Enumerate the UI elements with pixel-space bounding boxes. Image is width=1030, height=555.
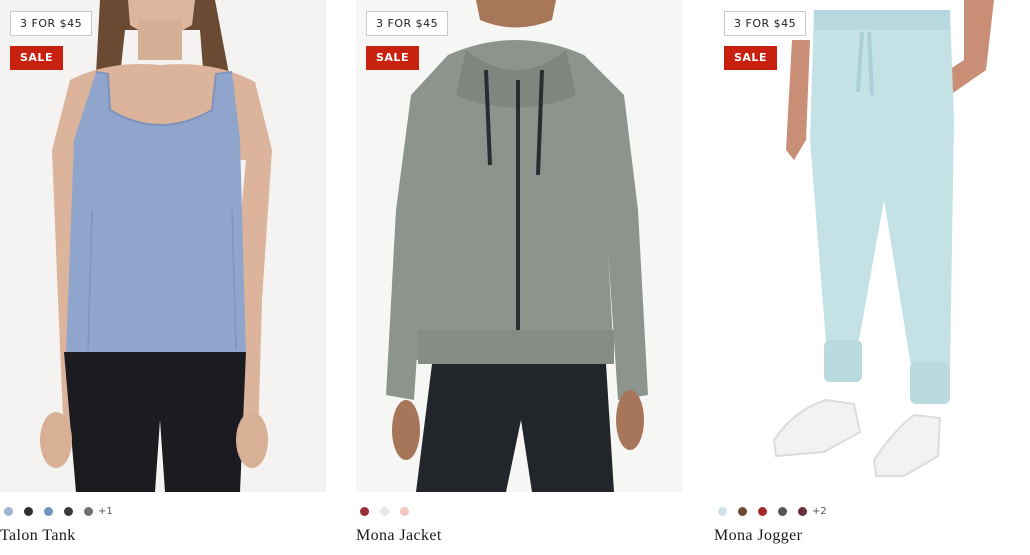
jogger-photo [772,0,994,477]
product-card-mona-jogger[interactable]: 3 FOR $45 SALE +2 Mona Jogger [714,0,1030,555]
color-swatch[interactable] [24,506,33,516]
color-swatch[interactable] [4,506,13,516]
color-swatch[interactable] [400,506,409,516]
jacket-photo [386,0,648,492]
sale-badge: SALE [724,46,777,70]
color-swatch[interactable] [758,506,767,516]
color-swatch[interactable] [380,506,389,516]
product-card-mona-jacket[interactable]: 3 FOR $45 SALE Mona Jacket [356,0,686,555]
more-colors-count[interactable]: +2 [812,506,827,517]
tank-top-photo [40,0,272,492]
color-swatches: +1 [0,504,113,518]
product-image[interactable]: 3 FOR $45 SALE [0,0,326,492]
color-swatches: +2 [714,504,827,518]
product-name[interactable]: Talon Tank [0,527,76,545]
product-image[interactable]: 3 FOR $45 SALE [714,0,1030,492]
sale-badge: SALE [366,46,419,70]
color-swatch[interactable] [84,506,93,516]
color-swatches [356,504,416,518]
color-swatch[interactable] [360,506,369,516]
color-swatch[interactable] [798,506,807,516]
promo-badge: 3 FOR $45 [10,11,93,36]
product-name[interactable]: Mona Jogger [714,527,802,545]
color-swatch[interactable] [718,506,727,516]
more-colors-count[interactable]: +1 [98,506,113,517]
color-swatch[interactable] [778,506,787,516]
sale-badge: SALE [10,46,63,70]
color-swatch[interactable] [64,506,73,516]
color-swatch[interactable] [738,506,747,516]
color-swatch[interactable] [44,506,53,516]
product-image[interactable]: 3 FOR $45 SALE [356,0,682,492]
promo-badge: 3 FOR $45 [366,11,449,36]
product-name[interactable]: Mona Jacket [356,527,442,545]
promo-badge: 3 FOR $45 [724,11,807,36]
product-card-talon-tank[interactable]: 3 FOR $45 SALE +1 Talon Tank [0,0,330,555]
